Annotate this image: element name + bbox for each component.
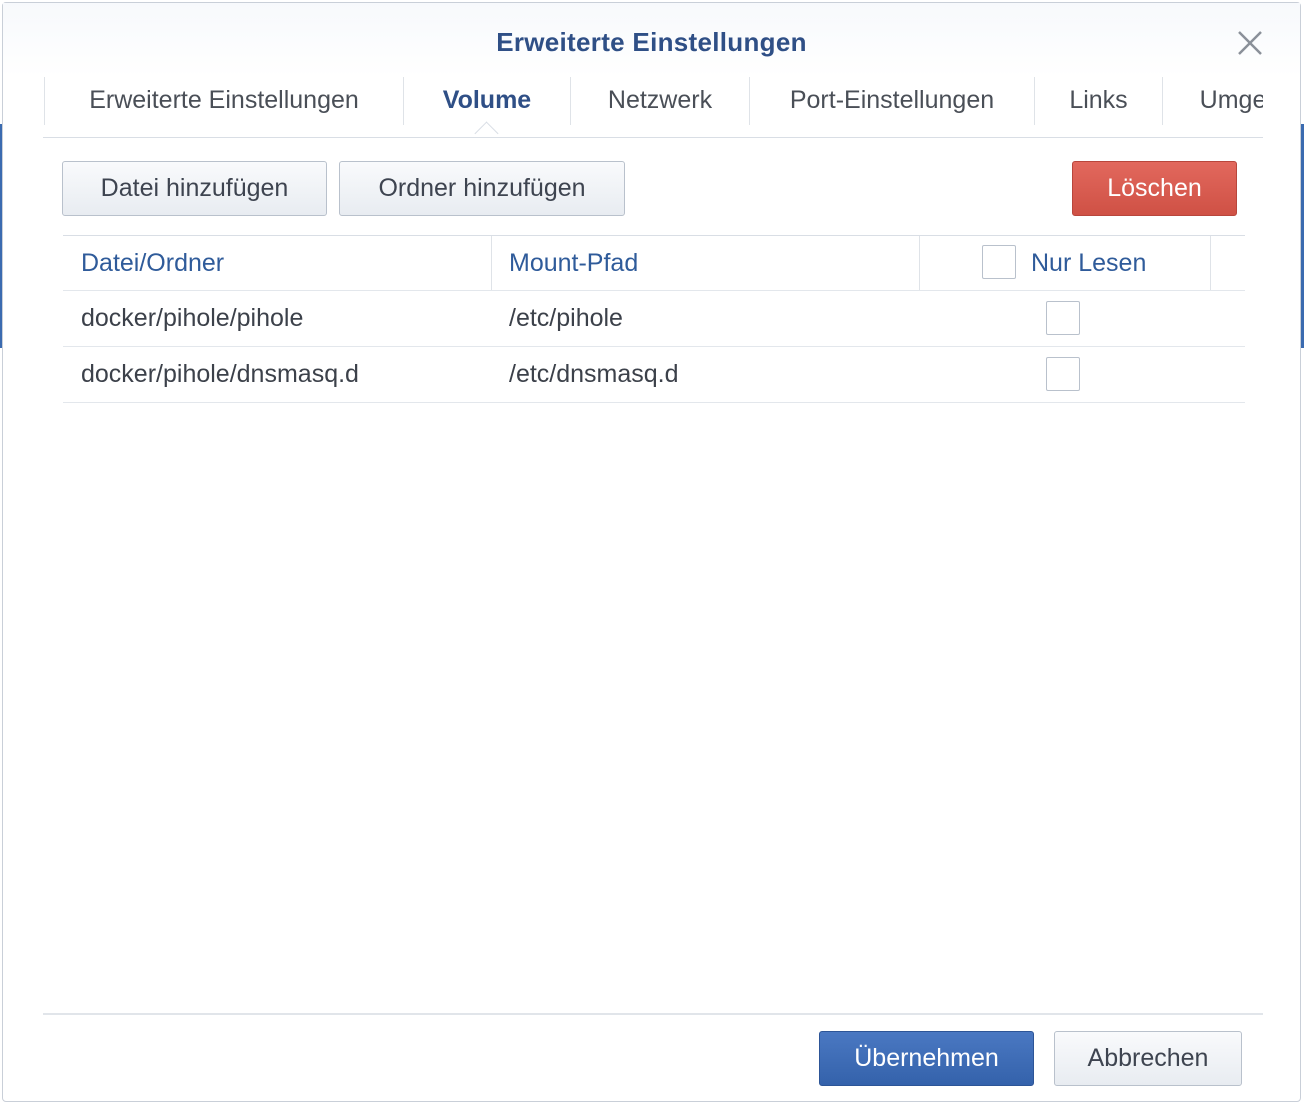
tab-umgebung[interactable]: Umge <box>1163 75 1263 125</box>
table-header: Datei/Ordner Mount-Pfad Nur Lesen <box>63 235 1245 291</box>
close-icon[interactable] <box>1234 27 1266 59</box>
readonly-checkbox[interactable] <box>1046 357 1080 391</box>
table-row[interactable]: docker/pihole/dnsmasq.d /etc/dnsmasq.d <box>63 347 1245 403</box>
apply-button[interactable]: Übernehmen <box>819 1031 1034 1086</box>
cell-path: docker/pihole/pihole <box>81 304 304 332</box>
tab-netzwerk[interactable]: Netzwerk <box>571 75 749 125</box>
cancel-button[interactable]: Abbrechen <box>1054 1031 1242 1086</box>
column-header-mount[interactable]: Mount-Pfad <box>509 236 638 290</box>
cell-mount: /etc/dnsmasq.d <box>509 360 679 388</box>
dialog-title: Erweiterte Einstellungen <box>496 27 807 57</box>
dialog-title-bar: Erweiterte Einstellungen <box>3 3 1300 77</box>
cell-mount: /etc/pihole <box>509 304 623 332</box>
footer-divider <box>43 1013 1263 1015</box>
delete-button[interactable]: Löschen <box>1072 161 1237 216</box>
tab-port-einstellungen[interactable]: Port-Einstellungen <box>750 75 1034 125</box>
readonly-checkbox[interactable] <box>1046 301 1080 335</box>
tab-bar: Erweiterte Einstellungen Volume Netzwerk… <box>43 75 1263 138</box>
cell-path: docker/pihole/dnsmasq.d <box>81 360 359 388</box>
column-separator <box>491 236 492 290</box>
column-separator <box>1210 236 1211 290</box>
column-header-readonly[interactable]: Nur Lesen <box>1031 236 1146 290</box>
tab-erweiterte-einstellungen[interactable]: Erweiterte Einstellungen <box>45 75 403 125</box>
tab-links[interactable]: Links <box>1035 75 1162 125</box>
add-folder-button[interactable]: Ordner hinzufügen <box>339 161 625 216</box>
readonly-select-all-checkbox[interactable] <box>982 245 1016 279</box>
advanced-settings-dialog: Erweiterte Einstellungen Erweiterte Eins… <box>2 2 1301 1102</box>
column-header-path[interactable]: Datei/Ordner <box>81 236 224 290</box>
column-separator <box>919 236 920 290</box>
add-file-button[interactable]: Datei hinzufügen <box>62 161 327 216</box>
volume-table: Datei/Ordner Mount-Pfad Nur Lesen docker… <box>63 235 1245 403</box>
table-row[interactable]: docker/pihole/pihole /etc/pihole <box>63 291 1245 347</box>
tab-volume[interactable]: Volume <box>404 75 570 125</box>
